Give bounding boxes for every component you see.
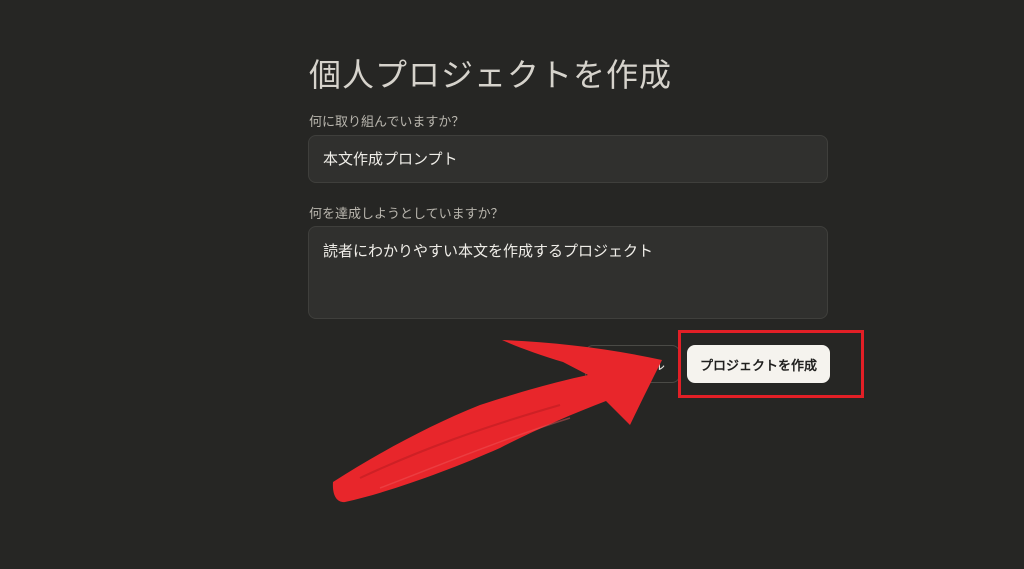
project-name-input[interactable]: 本文作成プロンプト [308,135,828,183]
cancel-button[interactable]: キャンセル [585,345,680,383]
page-title: 個人プロジェクトを作成 [309,56,673,94]
project-goal-label: 何を達成しようとしていますか？ [309,207,504,222]
highlight-box [678,330,864,398]
project-name-label: 何に取り組んでいますか？ [309,115,465,130]
create-project-page: 個人プロジェクトを作成 何に取り組んでいますか？ 本文作成プロンプト 何を達成し… [0,0,1024,569]
project-goal-textarea[interactable]: 読者にわかりやすい本文を作成するプロジェクト [308,226,828,319]
